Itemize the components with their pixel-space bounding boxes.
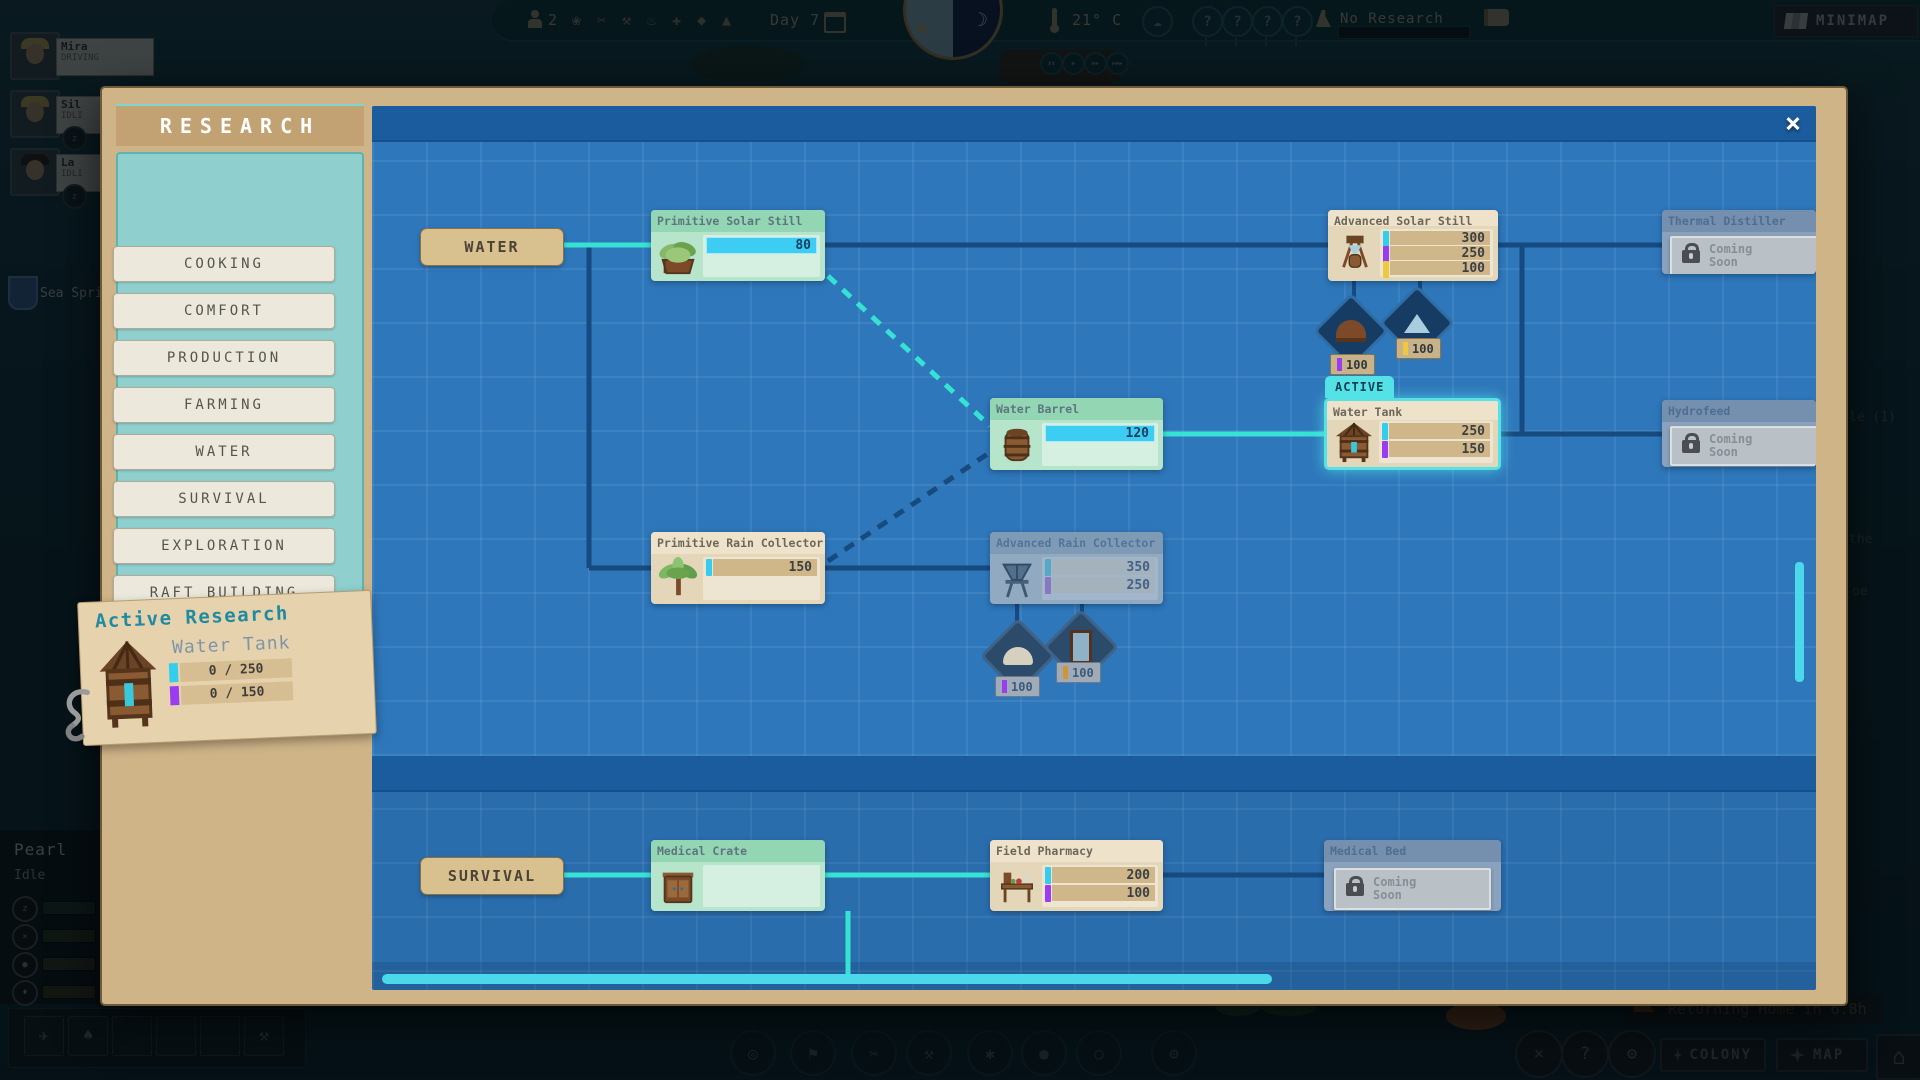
- node-title: Hydrofeed: [1662, 400, 1816, 422]
- active-progress-row: 0 / 250: [180, 658, 293, 682]
- tab-farming[interactable]: FARMING: [113, 387, 335, 423]
- research-cost: 250: [1389, 423, 1490, 439]
- section-label-water: WATER: [420, 228, 564, 266]
- research-dialog: RESEARCH COOKING COMFORT PRODUCTION FARM…: [100, 86, 1848, 1006]
- research-cost: 80: [706, 237, 817, 254]
- node-hydrofeed[interactable]: Hydrofeed Coming Soon: [1662, 400, 1816, 467]
- node-title: Thermal Distiller: [1662, 210, 1816, 232]
- node-water-barrel[interactable]: Water Barrel 120: [990, 398, 1163, 470]
- close-button[interactable]: ×: [1776, 106, 1810, 140]
- tab-production[interactable]: PRODUCTION: [113, 340, 335, 376]
- item-cost-label: 100: [1056, 662, 1101, 683]
- tab-water[interactable]: WATER: [113, 434, 335, 470]
- node-title: Medical Crate: [651, 840, 825, 862]
- solar-still-icon: [657, 235, 699, 277]
- node-advanced-rain-collector[interactable]: Advanced Rain Collector 350 250: [990, 532, 1163, 604]
- water-tank-icon: [1333, 421, 1375, 463]
- research-cost: 300: [1390, 231, 1490, 245]
- node-title: Water Tank: [1327, 401, 1498, 420]
- active-research-panel: Active Research Water Tank 0 / 250 0 / 1…: [77, 590, 377, 746]
- coming-soon-overlay: Coming Soon: [1334, 868, 1491, 910]
- node-title: Water Barrel: [990, 398, 1163, 420]
- item-cost-label: 100: [995, 676, 1040, 697]
- research-cost: 150: [713, 559, 817, 576]
- research-cost: 250: [1390, 246, 1490, 260]
- crate-icon: [657, 865, 699, 907]
- research-cost: 200: [1052, 867, 1155, 883]
- node-water-tank[interactable]: Water Tank 250 150: [1324, 398, 1501, 470]
- node-title: Advanced Rain Collector: [990, 532, 1163, 554]
- node-title: Primitive Rain Collector: [651, 532, 825, 554]
- node-primitive-solar-still[interactable]: Primitive Solar Still 80: [651, 210, 825, 281]
- node-field-pharmacy[interactable]: Field Pharmacy 200 100: [990, 840, 1163, 911]
- research-tree-canvas[interactable]: WATER SURVIVAL Primitive Solar Still 80 …: [372, 106, 1816, 990]
- active-progress-row: 0 / 150: [181, 681, 294, 705]
- research-cost: 120: [1045, 425, 1155, 442]
- barrel-icon: [996, 423, 1038, 465]
- research-cost: 150: [1389, 441, 1490, 457]
- research-cost: 250: [1052, 577, 1155, 593]
- item-cost-label: 100: [1396, 338, 1441, 359]
- item-cost-label: 100: [1330, 354, 1375, 375]
- research-cost: 100: [1052, 885, 1155, 901]
- node-title: Field Pharmacy: [990, 840, 1163, 862]
- node-title: Primitive Solar Still: [651, 210, 825, 232]
- pharmacy-table-icon: [996, 865, 1038, 907]
- rain-collector-icon: [657, 557, 699, 599]
- research-cost: 100: [1390, 261, 1490, 275]
- node-medical-crate[interactable]: Medical Crate: [651, 840, 825, 911]
- active-research-heading: Active Research: [94, 602, 289, 632]
- lock-icon: [1682, 250, 1700, 263]
- node-primitive-rain-collector[interactable]: Primitive Rain Collector 150: [651, 532, 825, 604]
- tab-survival[interactable]: SURVIVAL: [113, 481, 335, 517]
- tab-comfort[interactable]: COMFORT: [113, 293, 335, 329]
- dialog-title: RESEARCH: [116, 104, 364, 146]
- game-screen: 2 ❀ ✂ ⚒ ♨ ✚ ◆ ▲ Day 7 ☀ ☽ ▮▮ ▶ ▶▶ ▶▶▶ 21…: [0, 0, 1920, 1080]
- active-research-item: Water Tank: [172, 632, 291, 658]
- node-medical-bed[interactable]: Medical Bed Coming Soon: [1324, 840, 1501, 911]
- vertical-scrollbar[interactable]: [1795, 562, 1804, 682]
- node-title: Medical Bed: [1324, 840, 1501, 862]
- coming-soon-overlay: Coming Soon: [1670, 426, 1816, 466]
- research-cost: 350: [1052, 559, 1155, 575]
- active-badge: ACTIVE: [1325, 376, 1394, 398]
- lock-icon: [1346, 883, 1364, 896]
- lock-icon: [1682, 440, 1700, 453]
- tower-icon: [996, 557, 1038, 599]
- advanced-still-icon: [1334, 229, 1376, 271]
- node-title: Advanced Solar Still: [1328, 210, 1498, 226]
- tab-exploration[interactable]: EXPLORATION: [113, 528, 335, 564]
- clipboard-hook-icon: [57, 686, 109, 746]
- tab-cooking[interactable]: COOKING: [113, 246, 335, 282]
- coming-soon-overlay: Coming Soon: [1670, 236, 1816, 274]
- horizontal-scrollbar[interactable]: [382, 974, 1272, 984]
- node-thermal-distiller[interactable]: Thermal Distiller Coming Soon: [1662, 210, 1816, 274]
- node-advanced-solar-still[interactable]: Advanced Solar Still 300 250 100: [1328, 210, 1498, 281]
- section-label-survival: SURVIVAL: [420, 857, 564, 895]
